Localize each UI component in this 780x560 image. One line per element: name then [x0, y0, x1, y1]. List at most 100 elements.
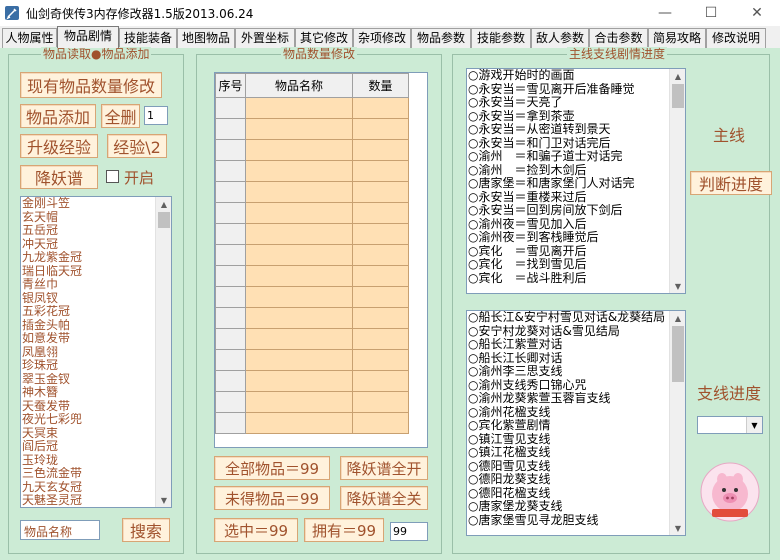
table-row[interactable] [215, 370, 427, 392]
scroll-down-icon[interactable]: ▼ [156, 493, 171, 507]
tab-character-attributes[interactable]: 人物属性 [2, 28, 57, 48]
tab-external-coords[interactable]: 外置坐标 [235, 28, 295, 48]
list-item[interactable]: ○永安当＝重楼来过后 [468, 191, 668, 205]
list-item[interactable]: ○镇江花楹支线 [468, 446, 668, 460]
list-item[interactable]: 金刚斗笠 [22, 197, 154, 211]
list-item[interactable]: ○宾化紫萱剧情 [468, 419, 668, 433]
tab-items-plot[interactable]: 物品剧情 [57, 26, 119, 48]
list-item[interactable]: ○德阳雪见支线 [468, 460, 668, 474]
main-plot-listbox[interactable]: ○游戏开始时的画面 ○永安当＝雪见离开后准备睡觉 ○永安当＝天亮了 ○永安当＝拿… [466, 68, 686, 294]
selected-99-button[interactable]: 选中＝99 [214, 518, 298, 542]
upgrade-exp-button[interactable]: 升级经验 [20, 134, 98, 158]
delete-all-button[interactable]: 全删 [101, 104, 140, 128]
minimize-button[interactable]: — [642, 0, 688, 26]
add-count-input[interactable]: 1 [144, 106, 168, 125]
list-item[interactable]: ○唐家堡雪见寻龙胆支线 [468, 514, 668, 528]
table-row[interactable] [215, 181, 427, 203]
tab-skill-params[interactable]: 技能参数 [471, 28, 531, 48]
list-item[interactable]: ○永安当＝天亮了 [468, 96, 668, 110]
scroll-thumb[interactable] [158, 212, 170, 228]
list-item[interactable]: ○唐家堡＝和唐家堡门人对话完 [468, 177, 668, 191]
list-item[interactable]: ○永安当＝和门卫对话完后 [468, 137, 668, 151]
list-item[interactable]: ○永安当＝雪见离开后准备睡觉 [468, 83, 668, 97]
list-item[interactable]: 凤凰翎 [22, 346, 154, 360]
tab-skills-equipment[interactable]: 技能装备 [119, 28, 177, 48]
list-item[interactable]: 冲天冠 [22, 238, 154, 252]
list-item[interactable]: ○渝州支线秀口锦心咒 [468, 379, 668, 393]
list-item[interactable]: 如意发带 [22, 332, 154, 346]
table-row[interactable] [215, 160, 427, 182]
list-item[interactable]: ○渝州 ＝捡到木剑后 [468, 164, 668, 178]
list-item[interactable]: ○游戏开始时的画面 [468, 69, 668, 83]
table-row[interactable] [215, 412, 427, 434]
list-item[interactable]: ○渝州 ＝和骗子道士对话完 [468, 150, 668, 164]
branch-progress-select[interactable]: ▼ [697, 416, 763, 434]
list-item[interactable]: ○永安当＝从密道转到景天 [468, 123, 668, 137]
list-item[interactable]: 五岳冠 [22, 224, 154, 238]
tab-combo-params[interactable]: 合击参数 [589, 28, 648, 48]
list-item[interactable]: ○永安当＝拿到茶壶 [468, 110, 668, 124]
scroll-up-icon[interactable]: ▲ [670, 69, 685, 83]
list-item[interactable]: ○渝州夜＝到客栈睡觉后 [468, 231, 668, 245]
list-item[interactable]: 珍珠冠 [22, 359, 154, 373]
list-item[interactable]: 银凤钗 [22, 292, 154, 306]
all-items-99-button[interactable]: 全部物品＝99 [214, 456, 330, 480]
scroll-thumb[interactable] [672, 326, 684, 382]
table-row[interactable] [215, 118, 427, 140]
scroll-up-icon[interactable]: ▲ [156, 197, 171, 211]
add-item-button[interactable]: 物品添加 [20, 104, 96, 128]
list-item[interactable]: ○唐家堡龙葵支线 [468, 500, 668, 514]
item-name-search-input[interactable]: 物品名称 [20, 520, 100, 540]
judge-progress-button[interactable]: 判断进度 [690, 171, 772, 195]
scroll-thumb[interactable] [672, 84, 684, 108]
tab-instructions[interactable]: 修改说明 [706, 28, 766, 48]
list-item[interactable]: ○宾化 ＝找到雪见后 [468, 258, 668, 272]
exp-half-button[interactable]: 经验\2 [107, 134, 167, 158]
list-item[interactable]: ○渝州李三思支线 [468, 365, 668, 379]
search-button[interactable]: 搜索 [122, 518, 170, 542]
owned-99-button[interactable]: 拥有＝99 [304, 518, 384, 542]
table-row[interactable] [215, 349, 427, 371]
list-item[interactable]: 青丝巾 [22, 278, 154, 292]
main-list-scrollbar[interactable]: ▲ ▼ [669, 69, 685, 293]
list-item[interactable]: 九龙紫金冠 [22, 251, 154, 265]
list-item[interactable]: ○宾化 ＝雪见离开后 [468, 245, 668, 259]
table-row[interactable] [215, 223, 427, 245]
list-item[interactable]: ○渝州花楹支线 [468, 406, 668, 420]
yaoguai-all-off-button[interactable]: 降妖谱全关 [340, 486, 428, 510]
list-item[interactable]: ○船长江&安宁村雪见对话&龙葵结局 [468, 311, 668, 325]
tab-guide[interactable]: 简易攻略 [648, 28, 706, 48]
list-item[interactable]: 插金头帕 [22, 319, 154, 333]
list-item[interactable]: ○安宁村龙葵对话&雪见结局 [468, 325, 668, 339]
scroll-down-icon[interactable]: ▼ [670, 279, 685, 293]
branch-plot-listbox[interactable]: ○船长江&安宁村雪见对话&龙葵结局 ○安宁村龙葵对话&雪见结局 ○船长江紫萱对话… [466, 310, 686, 536]
list-item[interactable]: ○渝州龙葵紫萱玉蓉盲支线 [468, 392, 668, 406]
list-item[interactable]: ○德阳花楹支线 [468, 487, 668, 501]
table-row[interactable] [215, 97, 427, 119]
scroll-up-icon[interactable]: ▲ [670, 311, 685, 325]
list-item[interactable]: 神木簪 [22, 386, 154, 400]
list-item[interactable]: ○永安当＝回到房间放下剑后 [468, 204, 668, 218]
list-item[interactable]: 夜光七彩兜 [22, 413, 154, 427]
item-count-table[interactable]: 序号 物品名称 数量 [214, 72, 428, 448]
column-header-count[interactable]: 数量 [352, 73, 409, 98]
list-item[interactable]: ○船长江长卿对话 [468, 352, 668, 366]
table-row[interactable] [215, 328, 427, 350]
yaoguai-all-on-button[interactable]: 降妖谱全开 [340, 456, 428, 480]
item-list-scrollbar[interactable]: ▲ ▼ [155, 197, 171, 507]
list-item[interactable]: 三色流金带 [22, 467, 154, 481]
modify-item-count-button[interactable]: 现有物品数量修改 [20, 72, 162, 98]
table-row[interactable] [215, 265, 427, 287]
list-item[interactable]: 翠玉金钗 [22, 373, 154, 387]
list-item[interactable]: ○宾化 ＝战斗胜利后 [468, 272, 668, 286]
column-header-index[interactable]: 序号 [215, 73, 246, 98]
tab-item-params[interactable]: 物品参数 [411, 28, 471, 48]
maximize-button[interactable]: ☐ [688, 0, 734, 26]
scroll-down-icon[interactable]: ▼ [670, 521, 685, 535]
enable-checkbox[interactable] [106, 170, 119, 183]
list-item[interactable]: ○船长江紫萱对话 [468, 338, 668, 352]
list-item[interactable]: 瑞日临天冠 [22, 265, 154, 279]
item-listbox[interactable]: 金刚斗笠 玄天帽 五岳冠 冲天冠 九龙紫金冠 瑞日临天冠 青丝巾 银凤钗 五彩花… [20, 196, 172, 508]
list-item[interactable]: 阎后冠 [22, 440, 154, 454]
tab-other-mods[interactable]: 其它修改 [295, 28, 353, 48]
